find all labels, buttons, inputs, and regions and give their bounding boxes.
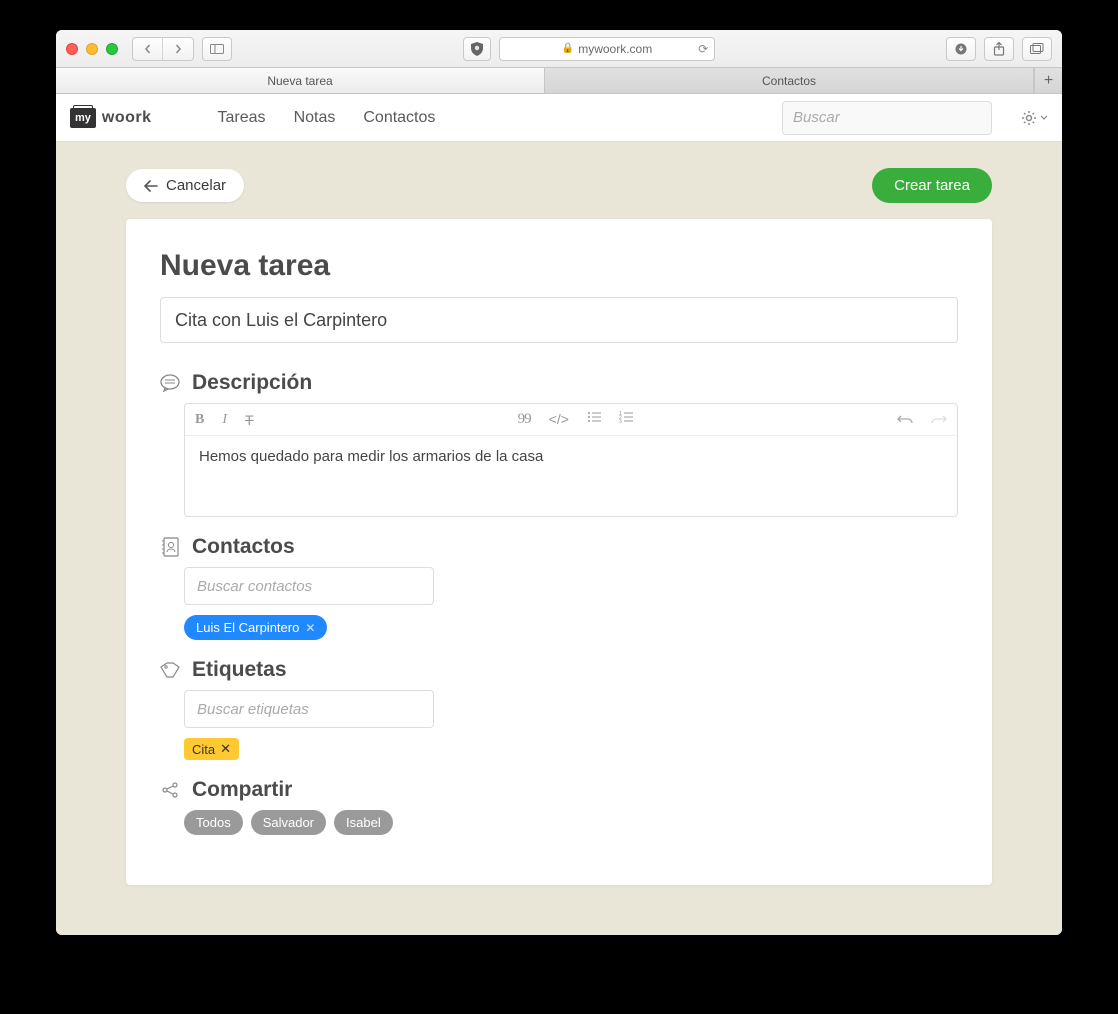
- browser-tab-active[interactable]: Nueva tarea: [56, 68, 545, 93]
- share-icon: [160, 781, 180, 799]
- reload-icon[interactable]: ⟳: [698, 42, 708, 56]
- url-bar[interactable]: 🔒 mywoork.com ⟳: [499, 37, 716, 61]
- task-title-input[interactable]: [160, 297, 958, 343]
- undo-button[interactable]: [897, 415, 913, 425]
- page-title: Nueva tarea: [160, 249, 958, 283]
- code-button[interactable]: </>: [549, 411, 569, 428]
- new-tab-button[interactable]: +: [1034, 68, 1062, 93]
- app-root: my woork Tareas Notas Contactos Cancelar…: [56, 94, 1062, 935]
- share-button[interactable]: [984, 37, 1014, 61]
- tags-heading: Etiquetas: [192, 658, 287, 682]
- italic-button[interactable]: I: [222, 412, 227, 428]
- window-close-button[interactable]: [66, 43, 78, 55]
- cancel-button[interactable]: Cancelar: [126, 169, 244, 202]
- strikethrough-button[interactable]: T: [245, 412, 254, 428]
- window-maximize-button[interactable]: [106, 43, 118, 55]
- logo-badge: my: [70, 108, 96, 128]
- task-form-card: Nueva tarea Descripción B I T: [126, 219, 992, 885]
- global-search-input[interactable]: [782, 101, 992, 135]
- description-editor: B I T 99 </> 123: [184, 403, 958, 517]
- app-navbar: my woork Tareas Notas Contactos: [56, 94, 1062, 142]
- lock-icon: 🔒: [562, 43, 574, 54]
- tags-search-input[interactable]: [184, 690, 434, 728]
- browser-tabs: Nueva tarea Contactos +: [56, 67, 1062, 93]
- chevron-down-icon: [1040, 115, 1048, 120]
- settings-menu[interactable]: [1020, 109, 1048, 127]
- editor-toolbar: B I T 99 </> 123: [185, 404, 957, 436]
- browser-window: 🔒 mywoork.com ⟳ Nueva tarea Contactos + …: [56, 30, 1062, 935]
- url-text: mywoork.com: [578, 42, 652, 56]
- section-description: Descripción B I T 99 </>: [160, 371, 958, 517]
- tabs-overview-button[interactable]: [1022, 37, 1052, 61]
- back-button[interactable]: [133, 37, 163, 61]
- description-heading: Descripción: [192, 371, 312, 395]
- window-controls: [66, 43, 118, 55]
- share-heading: Compartir: [192, 778, 292, 802]
- downloads-button[interactable]: [946, 37, 976, 61]
- gear-icon: [1020, 109, 1038, 127]
- section-contacts: Contactos Luis El Carpintero ✕: [160, 535, 958, 640]
- sidebar-toggle-button[interactable]: [202, 37, 232, 61]
- page-content: Cancelar Crear tarea Nueva tarea Descrip…: [56, 142, 1062, 925]
- share-chip-todos[interactable]: Todos: [184, 810, 243, 835]
- nav-link-tareas[interactable]: Tareas: [218, 109, 266, 127]
- create-task-button[interactable]: Crear tarea: [872, 168, 992, 203]
- app-logo[interactable]: my woork: [70, 108, 152, 128]
- address-book-icon: [160, 537, 180, 557]
- contacts-heading: Contactos: [192, 535, 295, 559]
- browser-toolbar: 🔒 mywoork.com ⟳: [56, 30, 1062, 67]
- redo-button[interactable]: [931, 415, 947, 425]
- nav-link-notas[interactable]: Notas: [294, 109, 336, 127]
- section-share: Compartir Todos Salvador Isabel: [160, 778, 958, 835]
- logo-text: woork: [102, 109, 152, 127]
- contacts-search-input[interactable]: [184, 567, 434, 605]
- nav-back-forward: [132, 37, 194, 61]
- contact-chip[interactable]: Luis El Carpintero ✕: [184, 615, 327, 640]
- share-chip-salvador[interactable]: Salvador: [251, 810, 326, 835]
- ordered-list-button[interactable]: 123: [619, 411, 633, 428]
- page-action-bar: Cancelar Crear tarea: [126, 168, 992, 203]
- nav-link-contactos[interactable]: Contactos: [363, 109, 435, 127]
- quote-button[interactable]: 99: [518, 411, 531, 428]
- svg-text:3: 3: [619, 419, 622, 423]
- window-minimize-button[interactable]: [86, 43, 98, 55]
- forward-button[interactable]: [163, 37, 193, 61]
- bold-button[interactable]: B: [195, 412, 204, 428]
- browser-chrome: 🔒 mywoork.com ⟳ Nueva tarea Contactos +: [56, 30, 1062, 94]
- section-tags: Etiquetas Cita ✕: [160, 658, 958, 760]
- privacy-shield-icon[interactable]: [463, 37, 491, 61]
- tag-icon: [160, 662, 180, 678]
- tag-chip[interactable]: Cita ✕: [184, 738, 239, 760]
- arrow-left-icon: [144, 180, 158, 192]
- description-textarea[interactable]: Hemos quedado para medir los armarios de…: [185, 436, 957, 516]
- speech-bubble-icon: [160, 374, 180, 392]
- browser-tab[interactable]: Contactos: [545, 68, 1034, 93]
- bullet-list-button[interactable]: [587, 411, 601, 428]
- remove-contact-icon[interactable]: ✕: [305, 621, 315, 635]
- share-chip-isabel[interactable]: Isabel: [334, 810, 393, 835]
- remove-tag-icon[interactable]: ✕: [220, 741, 231, 757]
